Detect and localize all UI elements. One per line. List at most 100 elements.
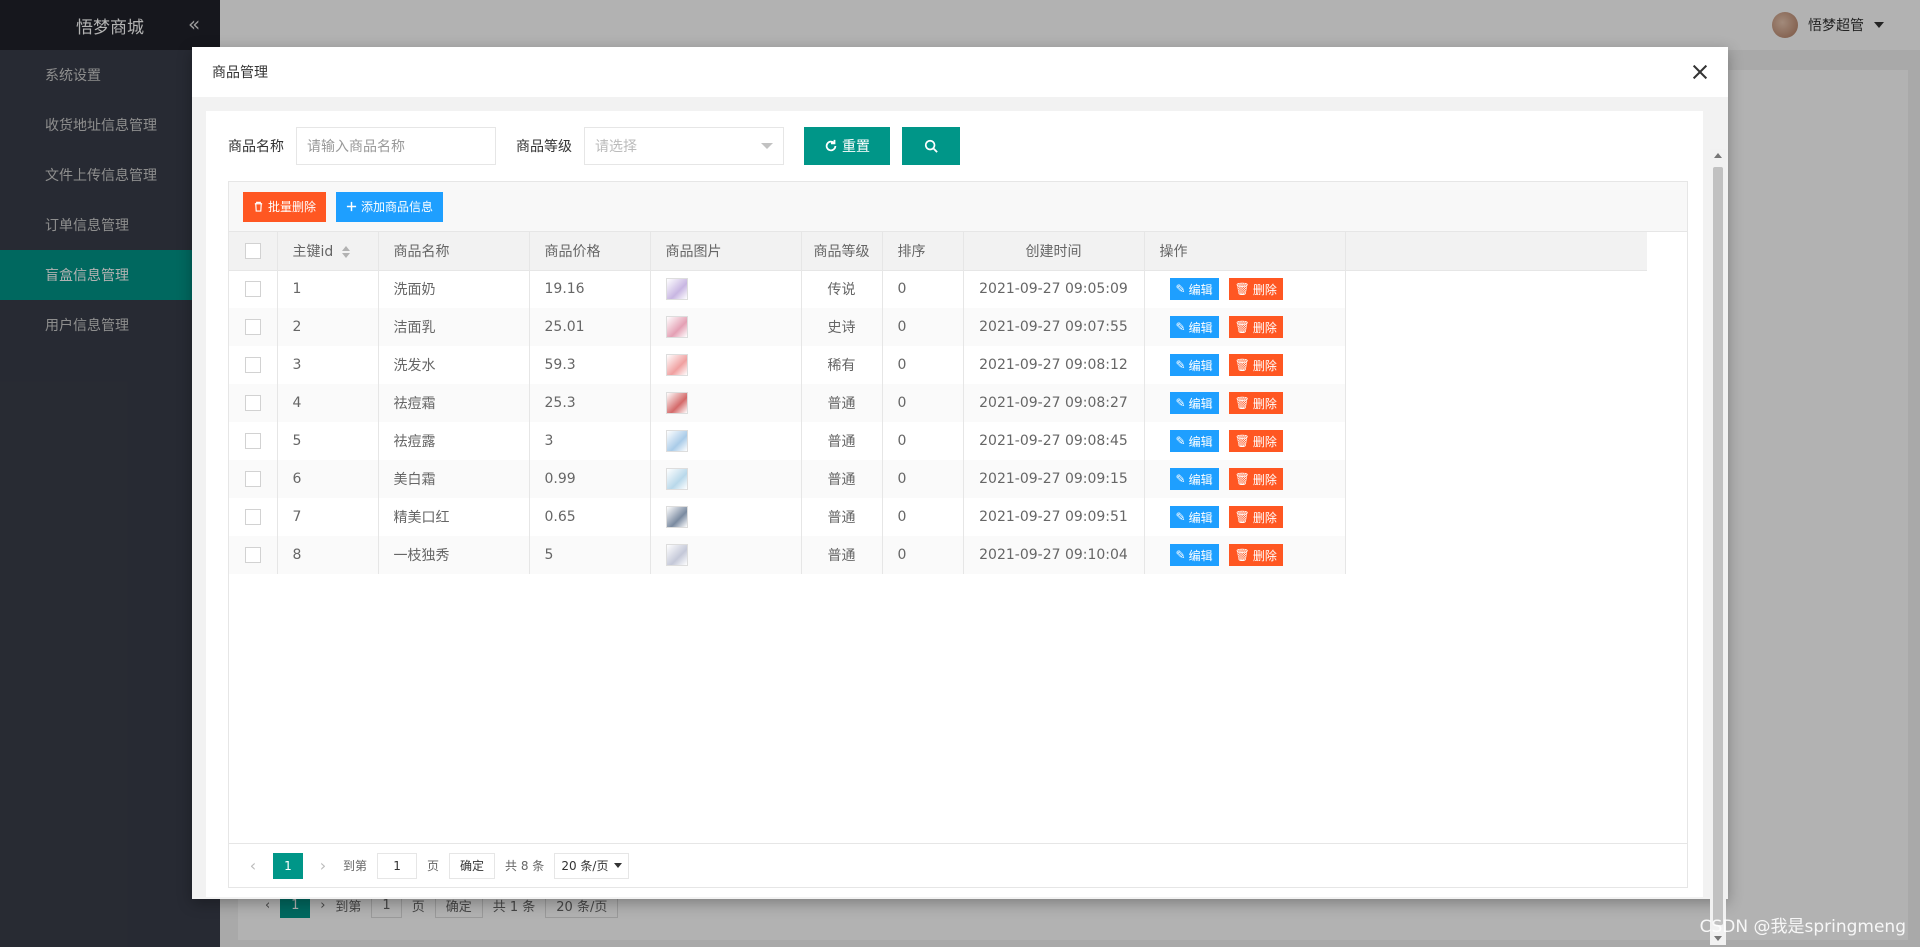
delete-button[interactable]: 🗑 删除	[1228, 316, 1283, 338]
edit-label: 编辑	[1188, 282, 1213, 297]
row-checkbox[interactable]	[244, 433, 261, 449]
product-thumbnail[interactable]	[665, 468, 688, 490]
batch-delete-label: 批量删除	[268, 200, 317, 214]
scroll-thumb[interactable]	[1713, 167, 1723, 925]
edit-button[interactable]: ✎ 编辑	[1169, 316, 1219, 338]
reset-button[interactable]: 重置	[804, 127, 890, 165]
row-select-cell	[229, 422, 278, 460]
cell-image	[650, 384, 802, 422]
per-page-select[interactable]: 20 条/页	[554, 852, 630, 879]
cell-name: 洗面奶	[378, 270, 530, 308]
delete-label: 删除	[1252, 510, 1277, 525]
add-product-label: 添加商品信息	[361, 200, 434, 214]
delete-button[interactable]: 🗑 删除	[1228, 544, 1283, 566]
cell-sort: 0	[882, 460, 964, 498]
goto-page-input[interactable]: 1	[377, 852, 418, 879]
current-page[interactable]: 1	[273, 852, 303, 879]
modal-scrollbar[interactable]	[1710, 149, 1726, 945]
product-thumbnail[interactable]	[665, 544, 688, 566]
delete-button[interactable]: 🗑 删除	[1228, 392, 1283, 414]
cell-id: 8	[277, 536, 379, 574]
trash-icon: 🗑	[1234, 510, 1250, 524]
cell-filler	[1345, 384, 1647, 422]
col-image: 商品图片	[650, 232, 802, 271]
trash-icon: 🗑	[1234, 320, 1250, 334]
cell-price: 0.99	[529, 460, 651, 498]
row-checkbox[interactable]	[244, 395, 261, 411]
product-thumbnail[interactable]	[665, 278, 688, 301]
product-name-input[interactable]: 请输入商品名称	[296, 127, 496, 165]
cell-image	[650, 346, 802, 384]
scroll-up-icon[interactable]	[1714, 153, 1722, 158]
row-select-cell	[229, 384, 278, 422]
edit-button[interactable]: ✎ 编辑	[1169, 506, 1219, 528]
delete-button[interactable]: 🗑 删除	[1228, 468, 1283, 490]
cell-image	[650, 536, 802, 574]
row-select-cell	[229, 460, 278, 498]
data-table: 主键id 商品名称 商品价格 商品图片 商品等级 排序 创建时间 操作 1 洗面奶…	[229, 232, 1647, 574]
trash-icon: 🗑	[1234, 434, 1250, 448]
table-row: 2 洁面乳 25.01 史诗 0 2021-09-27 09:07:55 ✎ 编辑 🗑 删除	[229, 308, 1647, 346]
cell-filler	[1345, 536, 1647, 574]
name-label: 商品名称	[228, 139, 284, 155]
confirm-button[interactable]: 确定	[449, 852, 496, 879]
col-name: 商品名称	[378, 232, 530, 271]
trash-icon: 🗑	[1234, 358, 1250, 372]
cell-level: 普通	[801, 460, 883, 498]
col-price: 商品价格	[529, 232, 651, 271]
select-all-checkbox[interactable]	[244, 242, 261, 259]
product-thumbnail[interactable]	[665, 392, 688, 414]
cell-time: 2021-09-27 09:08:45	[963, 422, 1145, 460]
edit-button[interactable]: ✎ 编辑	[1169, 392, 1219, 414]
delete-button[interactable]: 🗑 删除	[1228, 430, 1283, 452]
edit-button[interactable]: ✎ 编辑	[1169, 544, 1219, 566]
row-checkbox[interactable]	[244, 357, 261, 373]
edit-button[interactable]: ✎ 编辑	[1169, 354, 1219, 376]
edit-button[interactable]: ✎ 编辑	[1169, 468, 1219, 490]
row-checkbox[interactable]	[244, 471, 261, 487]
row-checkbox[interactable]	[244, 319, 261, 335]
edit-label: 编辑	[1188, 396, 1213, 411]
delete-label: 删除	[1252, 472, 1277, 487]
cell-actions: ✎ 编辑 🗑 删除	[1144, 270, 1346, 308]
delete-button[interactable]: 🗑 删除	[1228, 506, 1283, 528]
sort-icon[interactable]	[341, 245, 351, 258]
edit-button[interactable]: ✎ 编辑	[1169, 278, 1219, 301]
edit-button[interactable]: ✎ 编辑	[1169, 430, 1219, 452]
cell-actions: ✎ 编辑 🗑 删除	[1144, 422, 1346, 460]
pencil-icon: ✎	[1175, 320, 1186, 334]
product-thumbnail[interactable]	[665, 430, 688, 452]
cell-image	[650, 270, 802, 308]
row-checkbox[interactable]	[244, 281, 261, 298]
cell-time: 2021-09-27 09:09:15	[963, 460, 1145, 498]
product-level-select[interactable]: 请选择	[584, 127, 784, 165]
delete-button[interactable]: 🗑 删除	[1228, 278, 1283, 301]
goto-label: 到第	[343, 859, 368, 873]
cell-time: 2021-09-27 09:08:27	[963, 384, 1145, 422]
table-pager: ‹ 1 › 到第 1 页 确定 共 8 条 20 条/页	[229, 843, 1687, 887]
row-checkbox[interactable]	[244, 509, 261, 525]
cell-actions: ✎ 编辑 🗑 删除	[1144, 308, 1346, 346]
cell-name: 洗发水	[378, 346, 530, 384]
cell-id: 5	[277, 422, 379, 460]
product-thumbnail[interactable]	[665, 316, 688, 338]
product-thumbnail[interactable]	[665, 506, 688, 528]
product-thumbnail[interactable]	[665, 354, 688, 376]
delete-label: 删除	[1252, 396, 1277, 411]
table-row: 3 洗发水 59.3 稀有 0 2021-09-27 09:08:12 ✎ 编辑 🗑 删除	[229, 346, 1647, 384]
close-icon[interactable]	[1690, 62, 1710, 82]
edit-label: 编辑	[1188, 320, 1213, 335]
next-page-icon[interactable]: ›	[313, 856, 333, 875]
batch-delete-button[interactable]: 批量删除	[243, 191, 327, 222]
search-button[interactable]	[902, 127, 960, 165]
cell-filler	[1345, 308, 1647, 346]
pencil-icon: ✎	[1175, 510, 1186, 524]
col-id[interactable]: 主键id	[277, 232, 379, 271]
row-select-cell	[229, 498, 278, 536]
prev-page-icon[interactable]: ‹	[243, 856, 263, 875]
row-checkbox[interactable]	[244, 547, 261, 563]
delete-button[interactable]: 🗑 删除	[1228, 354, 1283, 376]
search-bar: 商品名称 请输入商品名称 商品等级 请选择 重置	[228, 127, 960, 165]
cell-sort: 0	[882, 270, 964, 308]
add-product-button[interactable]: 添加商品信息	[336, 191, 444, 222]
